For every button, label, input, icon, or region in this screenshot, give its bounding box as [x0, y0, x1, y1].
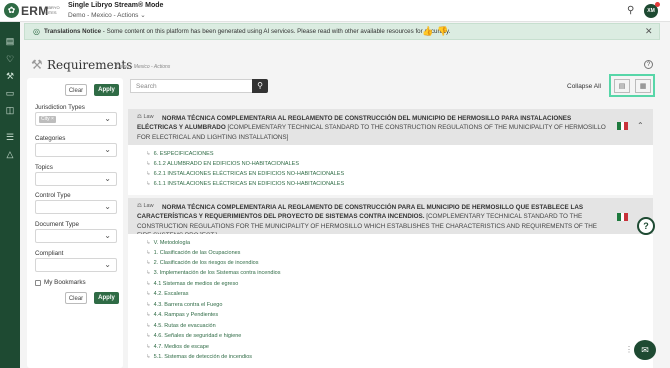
bookmarks-checkbox[interactable]: [35, 280, 41, 286]
jurisdiction-select[interactable]: City × ⌄: [35, 112, 117, 126]
erm-logo-icon[interactable]: ✿: [4, 3, 19, 18]
list-icon[interactable]: ☰: [4, 131, 16, 143]
app-title: Single Libryo Stream® Mode: [68, 2, 164, 9]
notice-title: Translations Notice: [44, 28, 102, 35]
thumbs-down-icon[interactable]: 👎: [437, 26, 448, 37]
org-chart-icon[interactable]: △: [4, 148, 16, 160]
export-excel-icon[interactable]: ▦: [635, 79, 651, 93]
clipboard-icon[interactable]: ▭: [4, 87, 16, 99]
chevron-down-icon: ⌄: [104, 145, 111, 154]
law-card-header[interactable]: ⚖ Law NORMA TÉCNICA COMPLEMENTARIA AL RE…: [128, 198, 653, 239]
list-item[interactable]: ↳ V. Metodología: [146, 240, 190, 246]
law-items: ↳ 6. ESPECIFICACIONES ↳ 6.1.2 ALUMBRADO EN…: [128, 145, 653, 195]
topics-select[interactable]: ⌄: [35, 172, 117, 186]
export-pdf-icon[interactable]: ▤: [614, 79, 630, 93]
document-type-select[interactable]: ⌄: [35, 229, 117, 243]
chevron-down-icon: ⌄: [104, 174, 111, 183]
categories-label: Categories: [35, 135, 66, 142]
search-input[interactable]: [130, 79, 252, 93]
stream-selector[interactable]: Demo - Mexico - Actions ⌄: [68, 11, 146, 19]
chevron-down-icon: ⌄: [140, 12, 146, 19]
document-type-label: Document Type: [35, 221, 79, 228]
clear-button[interactable]: Clear: [65, 84, 87, 96]
chevron-down-icon: ⌄: [104, 202, 111, 211]
categories-select[interactable]: ⌄: [35, 143, 117, 157]
bookmarks-label: My Bookmarks: [44, 279, 86, 286]
jurisdiction-label: Jurisdiction Types: [35, 104, 85, 111]
topics-label: Topics: [35, 164, 53, 171]
list-item[interactable]: ↳ 6. ESPECIFICACIONES: [146, 151, 214, 157]
download-actions: ▤ ▦: [609, 74, 655, 97]
list-item[interactable]: ↳ 4.6. Señales de seguridad e higiene: [146, 333, 241, 339]
bell-icon[interactable]: ♡: [4, 53, 16, 65]
chevron-down-icon: ⌄: [104, 231, 111, 240]
jurisdiction-chip[interactable]: City ×: [39, 116, 56, 123]
logo-sub: LIBRYO SITES: [45, 5, 60, 15]
thumbs-up-icon[interactable]: 👍: [422, 26, 433, 37]
control-type-label: Control Type: [35, 192, 71, 199]
list-item[interactable]: ↳ 4.2. Escaleras: [146, 291, 188, 297]
apply-button[interactable]: Apply: [94, 84, 119, 96]
list-item[interactable]: ↳ 5.1. Sistemas de detección de incendios: [146, 354, 252, 360]
tools-icon[interactable]: ⚒: [4, 70, 16, 82]
notice-body: - Some content on this platform has been…: [101, 28, 451, 35]
search-button[interactable]: ⚲: [252, 79, 268, 93]
search-icon: ⚲: [257, 81, 263, 90]
notification-dot: [655, 2, 660, 7]
top-header: ✿ ERM LIBRYO SITES Single Libryo Stream®…: [0, 0, 670, 22]
filter-panel: Clear Apply Jurisdiction Types City × ⌄ …: [27, 78, 123, 368]
compliant-label: Compliant: [35, 250, 64, 257]
list-item[interactable]: ↳ 6.1.1 INSTALACIONES ELÉCTRICAS EN EDIFI…: [146, 181, 344, 187]
list-item[interactable]: ↳ 1. Clasificación de las Ocupaciones: [146, 250, 240, 256]
chevron-down-icon: ⌄: [104, 114, 111, 123]
search-icon[interactable]: ⚲: [627, 5, 634, 16]
control-type-select[interactable]: ⌄: [35, 200, 117, 214]
law-title: NORMA TÉCNICA COMPLEMENTARIA AL REGLAMEN…: [137, 114, 613, 142]
chat-fab-icon[interactable]: ✉: [634, 340, 656, 360]
list-item[interactable]: ↳ 4.5. Rutas de evacuación: [146, 323, 216, 329]
list-item[interactable]: ↳ 4.1 Sistemas de medios de egreso: [146, 281, 238, 287]
folder-icon[interactable]: ▤: [4, 35, 16, 47]
list-item[interactable]: ↳ 2. Clasificación de los riesgos de ince…: [146, 260, 258, 266]
list-item[interactable]: ↳ 6.1.2 ALUMBRADO EN EDIFICIOS NO-HABITAC…: [146, 161, 299, 167]
mexico-flag-icon: [617, 213, 629, 221]
chevron-down-icon: ⌄: [104, 260, 111, 269]
compliant-select[interactable]: ⌄: [35, 258, 117, 272]
collapse-all-button[interactable]: Collapse All: [567, 83, 601, 90]
clear-button-bottom[interactable]: Clear: [65, 292, 87, 304]
law-card-header[interactable]: ⚖ Law NORMA TÉCNICA COMPLEMENTARIA AL RE…: [128, 109, 653, 145]
translations-notice: ◎ Translations Notice - Some content on …: [24, 23, 660, 40]
help-fab-icon[interactable]: ?: [637, 217, 655, 235]
list-item[interactable]: ↳ 6.2.1 INSTALACIONES ELÉCTRICAS EN EDIFI…: [146, 171, 344, 177]
info-icon: ◎: [33, 27, 40, 36]
list-item[interactable]: ↳ 4.7. Medios de escape: [146, 344, 209, 350]
law-items: ↳ V. Metodología ↳ 1. Clasificación de las…: [128, 234, 653, 368]
apply-button-bottom[interactable]: Apply: [94, 292, 119, 304]
left-nav-rail: ▤ ♡ ⚒ ▭ ◫ ☰ △: [0, 22, 20, 368]
notice-text: Translations Notice - Some content on th…: [44, 28, 450, 35]
gavel-icon: ⚒: [31, 57, 43, 72]
stream-breadcrumb: Demo - Mexico - Actions: [68, 12, 139, 19]
chip-label: City: [41, 116, 50, 122]
list-item[interactable]: ↳ 4.4. Rampas y Pendientes: [146, 312, 218, 318]
page-breadcrumb: Demo - Mexico - Actions: [116, 64, 171, 70]
chevron-up-icon[interactable]: ⌃: [637, 121, 644, 130]
close-icon[interactable]: ✕: [645, 26, 653, 37]
list-item[interactable]: ↳ 4.3. Barrera contra el Fuego: [146, 302, 222, 308]
document-icon[interactable]: ◫: [4, 104, 16, 116]
list-item[interactable]: ↳ 3. Implementación de los Sistemas contr…: [146, 270, 280, 276]
question-icon[interactable]: ?: [644, 60, 653, 69]
mexico-flag-icon: [617, 122, 629, 130]
